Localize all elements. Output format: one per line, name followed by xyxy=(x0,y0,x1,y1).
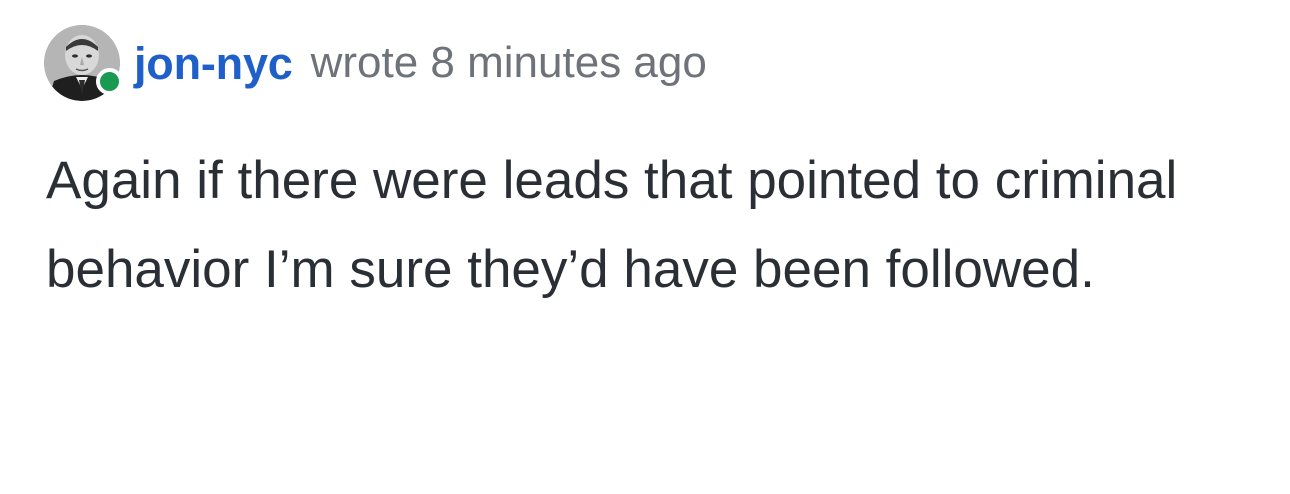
comment-body-text: Again if there were leads that pointed t… xyxy=(46,151,1178,299)
author-username-link[interactable]: jon-nyc xyxy=(134,41,293,86)
post-timestamp: wrote 8 minutes ago xyxy=(310,38,707,87)
comment-header: jon-nyc wrote 8 minutes ago xyxy=(44,24,707,102)
avatar[interactable] xyxy=(44,25,123,101)
comment-post: jon-nyc wrote 8 minutes ago Again if the… xyxy=(0,0,1290,494)
online-status-dot xyxy=(96,68,123,95)
